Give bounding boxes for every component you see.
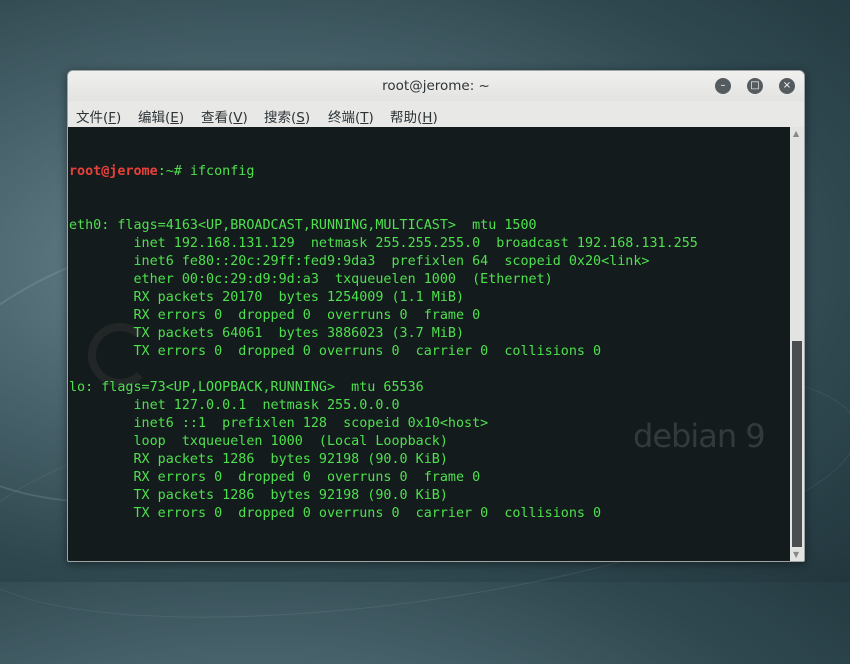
close-button[interactable]: × <box>779 78 795 94</box>
output-line: RX errors 0 dropped 0 overruns 0 frame 0 <box>69 308 481 323</box>
output-line: RX packets 1286 bytes 92198 (90.0 KiB) <box>69 452 448 467</box>
output-line: loop txqueuelen 1000 (Local Loopback) <box>69 434 448 449</box>
output-line: TX packets 64061 bytes 3886023 (3.7 MiB) <box>69 326 465 341</box>
output-line: inet6 ::1 prefixlen 128 scopeid 0x10<hos… <box>69 416 489 431</box>
menu-label-end: ) <box>368 110 374 126</box>
menu-edit[interactable]: 编辑(E) <box>138 106 184 126</box>
command-output: eth0: flags=4163<UP,BROADCAST,RUNNING,MU… <box>69 217 790 541</box>
output-line: inet6 fe80::20c:29ff:fed9:9da3 prefixlen… <box>69 254 650 269</box>
terminal-window: root@jerome: ~ – □ × 文件(F) 编辑(E) 查看(V) 搜… <box>67 70 805 562</box>
menu-label-end: ) <box>432 110 438 126</box>
menu-label: 搜索( <box>264 110 297 126</box>
menu-help[interactable]: 帮助(H) <box>390 106 438 126</box>
prompt-suffix: :~# <box>157 164 190 179</box>
menu-label-end: ) <box>178 110 185 126</box>
menu-label: 帮助( <box>390 110 423 126</box>
output-line: eth0: flags=4163<UP,BROADCAST,RUNNING,MU… <box>69 218 537 233</box>
output-line: inet 127.0.0.1 netmask 255.0.0.0 <box>69 398 400 413</box>
terminal-text: root@jerome:~# ifconfig eth0: flags=4163… <box>69 127 790 561</box>
minimize-button[interactable]: – <box>715 78 731 94</box>
menu-label: 编辑( <box>138 110 171 126</box>
menu-view[interactable]: 查看(V) <box>201 106 248 126</box>
menu-label: 终端( <box>328 110 361 126</box>
menu-file[interactable]: 文件(F) <box>76 106 121 126</box>
scrollbar[interactable]: ▲ ▼ <box>790 127 804 561</box>
menu-label-end: ) <box>304 110 311 126</box>
menu-label: 文件( <box>76 110 109 126</box>
maximize-button[interactable]: □ <box>747 78 763 94</box>
window-title: root@jerome: ~ <box>382 78 490 94</box>
menu-terminal[interactable]: 终端(T) <box>328 106 374 126</box>
output-line: TX errors 0 dropped 0 overruns 0 carrier… <box>69 344 602 359</box>
menu-search[interactable]: 搜索(S) <box>264 106 310 126</box>
menu-accel: H <box>422 110 433 126</box>
scrollbar-thumb[interactable] <box>792 341 802 547</box>
terminal-area[interactable]: debian 9 root@jerome:~# ifconfig eth0: f… <box>68 127 790 561</box>
title-bar[interactable]: root@jerome: ~ – □ × <box>68 71 804 101</box>
output-line: TX errors 0 dropped 0 overruns 0 carrier… <box>69 506 602 521</box>
output-line: RX errors 0 dropped 0 overruns 0 frame 0 <box>69 470 481 485</box>
menu-accel: E <box>170 110 179 126</box>
output-line: inet 192.168.131.129 netmask 255.255.255… <box>69 236 698 251</box>
output-line: lo: flags=73<UP,LOOPBACK,RUNNING> mtu 65… <box>69 380 424 395</box>
prompt-user-host: root@jerome <box>69 164 158 179</box>
output-line: TX packets 1286 bytes 92198 (90.0 KiB) <box>69 488 448 503</box>
output-line: RX packets 20170 bytes 1254009 (1.1 MiB) <box>69 290 465 305</box>
output-line: ether 00:0c:29:d9:9d:a3 txqueuelen 1000 … <box>69 272 553 287</box>
menu-accel: S <box>296 110 305 126</box>
menu-accel: V <box>233 110 243 126</box>
menu-label-end: ) <box>116 110 122 126</box>
command-text: ifconfig <box>189 164 255 179</box>
menu-label: 查看( <box>201 110 234 126</box>
menu-accel: T <box>360 110 369 126</box>
menu-bar: 文件(F) 编辑(E) 查看(V) 搜索(S) 终端(T) 帮助(H) <box>68 101 804 128</box>
scroll-down-icon[interactable]: ▼ <box>793 550 799 559</box>
menu-label-end: ) <box>242 110 248 126</box>
scroll-up-icon[interactable]: ▲ <box>793 129 799 138</box>
menu-accel: F <box>108 110 117 126</box>
prompt-line: root@jerome:~# ifconfig <box>69 163 790 181</box>
